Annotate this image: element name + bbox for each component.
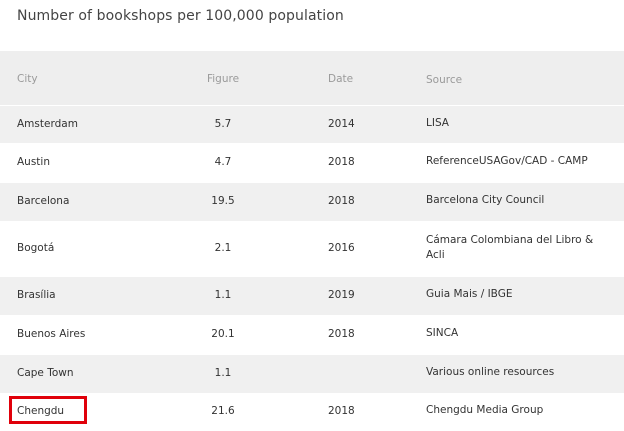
header-city[interactable]: City: [17, 73, 38, 85]
cell-figure: 5.7: [214, 118, 232, 130]
cell-date: 2018: [328, 328, 355, 340]
cell-figure: 20.1: [211, 328, 235, 340]
cell-date: 2019: [328, 289, 355, 301]
cell-figure: 1.1: [214, 367, 232, 379]
highlight-box: [9, 396, 87, 424]
header-date[interactable]: Date: [328, 73, 353, 85]
table-row: Barcelona 19.5 2018 Barcelona City Counc…: [0, 183, 624, 222]
cell-city: Austin: [17, 156, 50, 168]
cell-figure: 19.5: [211, 195, 235, 207]
table-header-row: City Figure Date Source: [0, 51, 624, 106]
cell-figure: 1.1: [214, 289, 232, 301]
header-source[interactable]: Source: [426, 73, 611, 88]
table-row: Buenos Aires 20.1 2018 SINCA: [0, 316, 624, 355]
cell-date: 2018: [328, 405, 355, 417]
table-row: Chengdu 21.6 2018 Chengdu Media Group: [0, 394, 624, 431]
cell-date: 2018: [328, 195, 355, 207]
table-row: Brasília 1.1 2019 Guia Mais / IBGE: [0, 277, 624, 316]
cell-date: 2018: [328, 156, 355, 168]
cell-city: Bogotá: [17, 242, 55, 254]
cell-city: Brasília: [17, 289, 56, 301]
bookshops-table: City Figure Date Source Amsterdam 5.7 20…: [0, 51, 624, 431]
table-row: Amsterdam 5.7 2014 LISA: [0, 106, 624, 144]
cell-date: 2014: [328, 118, 355, 130]
cell-figure: 2.1: [214, 242, 232, 254]
table-row: Bogotá 2.1 2016 Cámara Colombiana del Li…: [0, 222, 624, 277]
cell-source: Barcelona City Council: [426, 194, 545, 206]
table-row: Austin 4.7 2018 ReferenceUSAGov/CAD - CA…: [0, 144, 624, 183]
cell-city: Barcelona: [17, 195, 70, 207]
cell-figure: 4.7: [214, 156, 232, 168]
cell-source: LISA: [426, 117, 449, 129]
cell-source: ReferenceUSAGov/CAD - CAMP: [426, 155, 588, 167]
cell-source: Various online resources: [426, 366, 555, 378]
cell-city: Amsterdam: [17, 118, 78, 130]
cell-city: Cape Town: [17, 367, 74, 379]
cell-source: Chengdu Media Group: [426, 404, 544, 416]
cell-source: Guia Mais / IBGE: [426, 288, 513, 300]
cell-source: Cámara Colombiana del Libro & Acli: [426, 234, 594, 261]
cell-date: 2016: [328, 242, 355, 254]
header-figure[interactable]: Figure: [163, 73, 283, 85]
cell-city: Buenos Aires: [17, 328, 86, 340]
cell-source: SINCA: [426, 327, 459, 339]
cell-figure: 21.6: [211, 405, 235, 417]
table-row: Cape Town 1.1 Various online resources: [0, 355, 624, 394]
table-title: Number of bookshops per 100,000 populati…: [17, 8, 344, 24]
